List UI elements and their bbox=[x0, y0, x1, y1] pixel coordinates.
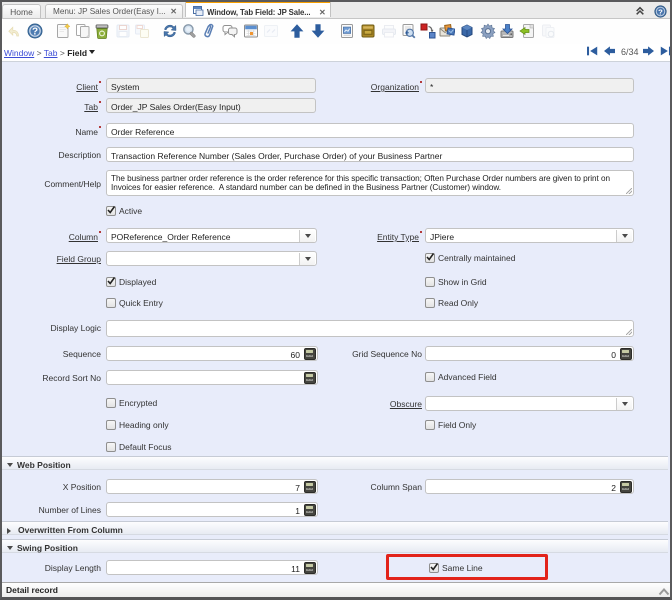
svg-text:?: ? bbox=[32, 27, 38, 38]
svg-text:?: ? bbox=[658, 7, 663, 16]
